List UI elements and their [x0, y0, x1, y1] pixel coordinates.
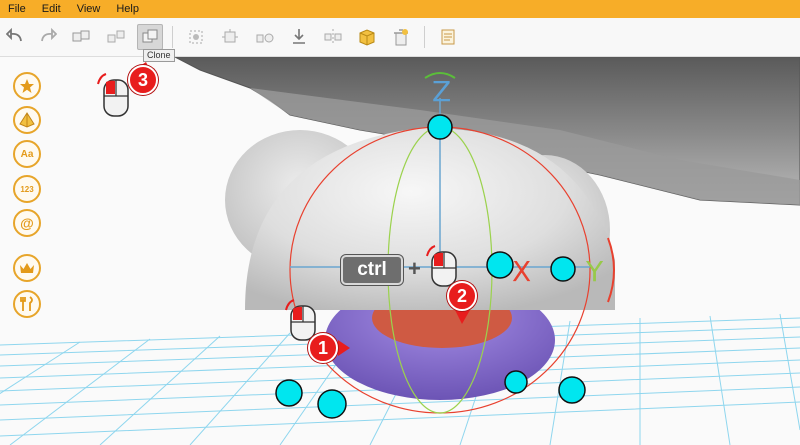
handle-bottom-left-2[interactable]	[317, 389, 347, 419]
toolbar	[0, 18, 800, 57]
mouse-icon-step3	[97, 73, 129, 117]
menu-file[interactable]: File	[0, 0, 34, 18]
text-icon: Aa	[20, 148, 34, 160]
sidebar-tools-button[interactable]	[13, 290, 41, 318]
viewport-3d[interactable]	[0, 57, 800, 445]
axis-label-y: Y	[586, 255, 604, 288]
numbers-icon: 123	[20, 184, 34, 194]
axis-label-x: X	[512, 255, 532, 288]
handle-bottom-right-1[interactable]	[504, 370, 528, 394]
redo-button[interactable]	[34, 24, 60, 50]
ctrl-key-hint: ctrl	[341, 255, 403, 285]
sidebar-text-button[interactable]: Aa	[13, 140, 41, 168]
axis-label-z: Z	[432, 75, 452, 108]
snap-button[interactable]	[217, 24, 243, 50]
sidebar-shapes-button[interactable]	[13, 106, 41, 134]
distribute-button[interactable]	[252, 24, 278, 50]
sidebar-symbols-button[interactable]: @	[13, 209, 41, 237]
menubar: File Edit View Help	[0, 0, 800, 18]
drop-to-floor-icon	[293, 29, 305, 44]
sidebar-numbers-button[interactable]: 123	[13, 175, 41, 203]
redo-icon	[41, 27, 57, 42]
group-icon	[72, 30, 90, 42]
ungroup-icon	[107, 30, 125, 43]
delete-icon	[394, 29, 408, 46]
handle-top[interactable]	[427, 114, 453, 140]
crown-icon	[20, 263, 34, 273]
align-icon	[189, 30, 203, 44]
toolbar-separator	[172, 26, 173, 48]
handle-bottom-right-2[interactable]	[558, 376, 586, 404]
sidebar-crown-button[interactable]	[13, 254, 41, 282]
mirror-icon	[324, 29, 342, 45]
toolbar-separator	[424, 26, 425, 48]
undo-icon	[6, 27, 22, 42]
undo-button[interactable]	[3, 24, 29, 50]
group-button[interactable]	[68, 24, 94, 50]
step-badge-3: 3	[128, 65, 158, 95]
handle-x-outer[interactable]	[550, 256, 576, 282]
plus-sign: +	[408, 256, 421, 281]
mirror-button[interactable]	[320, 24, 346, 50]
step-badge-2: 2	[447, 281, 477, 311]
clone-icon	[142, 29, 158, 43]
menu-help[interactable]: Help	[108, 0, 147, 18]
delete-button[interactable]	[388, 24, 414, 50]
notes-button[interactable]	[435, 24, 461, 50]
star-icon	[20, 79, 34, 93]
symbols-icon: @	[20, 215, 34, 231]
clone-button[interactable]	[137, 24, 163, 50]
notes-icon	[441, 29, 455, 45]
sidebar-favorites-button[interactable]	[13, 72, 41, 100]
shapes-icon	[19, 112, 35, 128]
solid-box-icon	[359, 29, 375, 46]
handle-bottom-left-1[interactable]	[275, 379, 303, 407]
step-badge-1: 1	[308, 333, 338, 363]
ungroup-button[interactable]	[103, 24, 129, 50]
drop-to-floor-button[interactable]	[286, 24, 312, 50]
distribute-icon	[256, 33, 274, 43]
menu-edit[interactable]: Edit	[34, 0, 69, 18]
handle-x-inner[interactable]	[486, 251, 514, 279]
menu-view[interactable]: View	[69, 0, 109, 18]
scene-canvas[interactable]	[0, 57, 800, 445]
solid-box-button[interactable]	[354, 24, 380, 50]
snap-icon	[222, 29, 238, 43]
tools-icon	[20, 296, 33, 311]
align-button[interactable]	[183, 24, 209, 50]
